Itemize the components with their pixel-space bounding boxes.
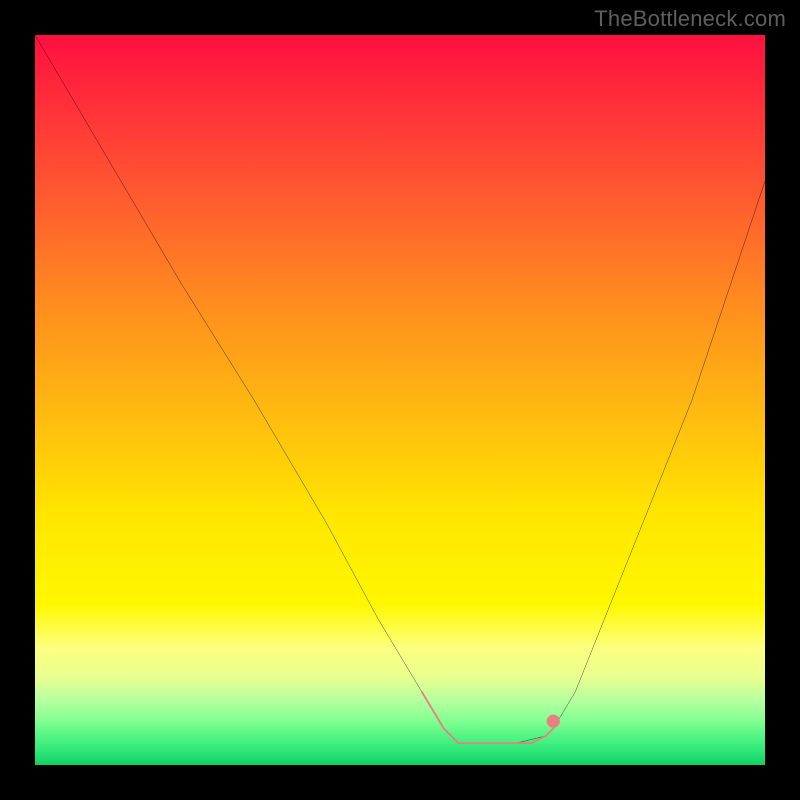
bottleneck-curve — [35, 35, 765, 743]
highlight-band — [422, 692, 553, 743]
chart-frame: TheBottleneck.com — [0, 0, 800, 800]
curve-layer — [35, 35, 765, 765]
plot-area — [35, 35, 765, 765]
watermark-label: TheBottleneck.com — [594, 6, 786, 32]
highlight-endpoint-icon — [547, 715, 560, 728]
